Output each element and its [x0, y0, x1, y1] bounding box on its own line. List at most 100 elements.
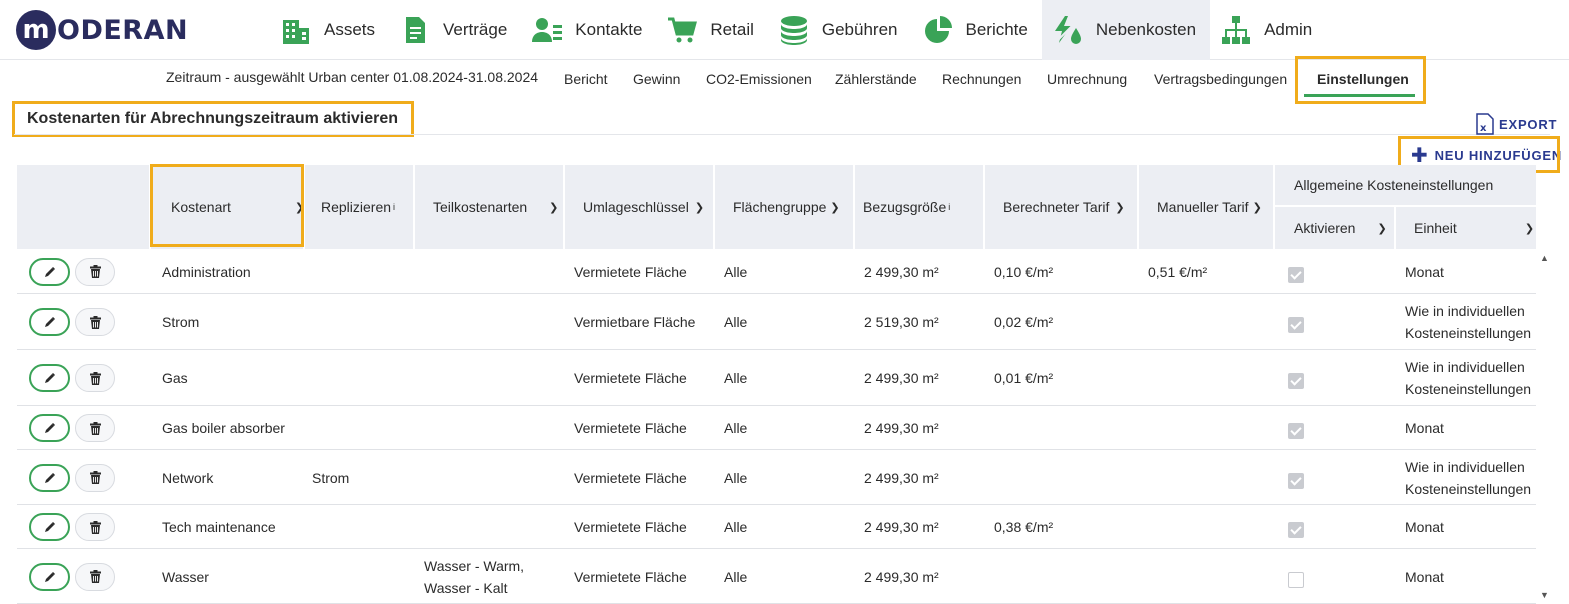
- tab-vertragsbedingungen[interactable]: Vertragsbedingungen: [1154, 71, 1287, 87]
- org-chart-icon: [1222, 16, 1251, 44]
- nav-item-retail[interactable]: Retail: [656, 0, 767, 60]
- tab-gewinn[interactable]: Gewinn: [633, 71, 680, 87]
- nav-item-nebenkosten[interactable]: Nebenkosten: [1041, 0, 1211, 60]
- cell-kostenart: Gas boiler absorber: [162, 420, 285, 436]
- delete-button[interactable]: [75, 364, 115, 392]
- edit-button[interactable]: [29, 513, 70, 541]
- tab-umrechnung[interactable]: Umrechnung: [1047, 71, 1127, 87]
- delete-button[interactable]: [75, 308, 115, 336]
- pie-chart-icon: [924, 16, 952, 43]
- cell-umlageschluessel: Vermietete Fläche: [574, 420, 687, 436]
- header-aktivieren[interactable]: Aktivieren ❯: [1294, 220, 1387, 236]
- edit-button[interactable]: [29, 364, 70, 392]
- column-separator: [1394, 207, 1396, 249]
- pencil-icon: [44, 316, 55, 327]
- edit-button[interactable]: [29, 414, 70, 442]
- nav-item-kontakte[interactable]: Kontakte: [521, 0, 656, 60]
- nav-item-assets[interactable]: Assets: [270, 0, 389, 60]
- edit-button[interactable]: [29, 308, 70, 336]
- tab-bericht[interactable]: Bericht: [564, 71, 608, 87]
- delete-button[interactable]: [75, 463, 115, 492]
- table-row: Gas boiler absorber Vermietete Fläche Alle…: [17, 406, 1536, 450]
- trash-icon: [89, 570, 101, 583]
- cell-einheit: Wie in individuellen Kosteneinstellungen: [1405, 456, 1531, 500]
- sub-navigation: Zeitraum - ausgewählt Urban center 01.08…: [0, 60, 1569, 100]
- tab-zaehlerstaende[interactable]: Zählerstände: [835, 71, 917, 87]
- cell-kostenart: Strom: [162, 314, 200, 330]
- add-new-label: NEU HINZUFÜGEN: [1434, 148, 1563, 163]
- activate-checkbox[interactable]: [1288, 571, 1304, 588]
- scroll-up-arrow[interactable]: ▲: [1540, 253, 1549, 263]
- header-label: Bezugsgröße: [863, 199, 947, 215]
- chevron-down-icon: ❯: [1252, 201, 1262, 214]
- cell-einheit: Monat: [1405, 519, 1444, 535]
- column-separator: [563, 165, 565, 249]
- pencil-icon: [44, 422, 55, 433]
- header-berechneter-tarif[interactable]: Berechneter Tarif ❯: [1003, 199, 1125, 215]
- add-new-button[interactable]: ✚ NEU HINZUFÜGEN: [1411, 146, 1563, 166]
- activate-checkbox[interactable]: [1288, 472, 1304, 489]
- cart-icon: [668, 17, 698, 43]
- header-manueller-tarif[interactable]: Manueller Tarif ❯: [1157, 199, 1262, 215]
- header-umlageschluessel[interactable]: Umlageschlüssel ❯: [583, 199, 704, 215]
- delete-button[interactable]: [75, 414, 115, 442]
- info-icon[interactable]: i: [393, 202, 395, 212]
- tab-rechnungen[interactable]: Rechnungen: [942, 71, 1021, 87]
- cell-bezugsgroesse: 2 499,30 m²: [864, 370, 939, 386]
- cell-kostenart: Network: [162, 469, 214, 486]
- header-label: Umlageschlüssel: [583, 199, 689, 215]
- nav-label: Kontakte: [575, 20, 643, 39]
- cell-einheit-line-1: Wie in individuellen: [1405, 303, 1525, 319]
- header-label: Aktivieren: [1294, 220, 1356, 236]
- info-icon[interactable]: i: [948, 202, 950, 212]
- edit-button[interactable]: [29, 257, 70, 286]
- activate-checkbox[interactable]: [1288, 522, 1304, 538]
- activate-checkbox[interactable]: [1288, 373, 1304, 389]
- nav-item-berichte[interactable]: Berichte: [912, 0, 1042, 60]
- logo-mark: m: [16, 10, 56, 50]
- tab-einstellungen[interactable]: Einstellungen: [1317, 71, 1409, 87]
- cell-berechneter-tarif: 0,38 €/m²: [994, 519, 1054, 535]
- cell-replizieren: Strom: [312, 469, 350, 486]
- excel-file-icon: x: [1476, 113, 1494, 135]
- header-einheit[interactable]: Einheit ❯: [1414, 220, 1534, 236]
- activate-checkbox[interactable]: [1288, 266, 1304, 283]
- nav-item-admin[interactable]: Admin: [1210, 0, 1326, 60]
- cell-einheit: Wie in individuellen Kosteneinstellungen: [1405, 356, 1531, 400]
- scroll-down-arrow[interactable]: ▼: [1540, 590, 1549, 600]
- period-selector[interactable]: Zeitraum - ausgewählt Urban center 01.08…: [166, 69, 538, 85]
- nav-item-gebuehren[interactable]: Gebühren: [768, 0, 912, 60]
- cell-umlageschluessel: Vermietete Fläche: [574, 519, 687, 535]
- chevron-down-icon: ❯: [294, 201, 305, 214]
- cell-berechneter-tarif: 0,02 €/m²: [994, 314, 1054, 330]
- building-icon: [283, 20, 309, 44]
- delete-button[interactable]: [75, 257, 115, 286]
- trash-icon: [89, 520, 101, 534]
- activate-checkbox[interactable]: [1288, 317, 1304, 333]
- column-separator: [853, 165, 855, 249]
- edit-button[interactable]: [29, 562, 70, 591]
- nav-label: Admin: [1264, 20, 1313, 39]
- cell-flaechengruppe: Alle: [724, 519, 748, 535]
- export-button[interactable]: x EXPORT: [1476, 113, 1557, 135]
- section-title: Kostenarten für Abrechnungszeitraum akti…: [27, 110, 399, 127]
- pencil-icon: [44, 571, 55, 582]
- delete-button[interactable]: [75, 513, 115, 541]
- header-kostenart[interactable]: Kostenart ❯: [171, 199, 304, 215]
- cell-einheit-line-1: Wie in individuellen: [1405, 359, 1525, 375]
- moderan-logo[interactable]: m ODERAN: [16, 10, 188, 50]
- nav-label: Nebenkosten: [1095, 20, 1197, 39]
- nav-item-vertraege[interactable]: Verträge: [389, 0, 521, 60]
- delete-button[interactable]: [75, 562, 115, 591]
- header-teilkostenarten[interactable]: Teilkostenarten ❯: [433, 199, 558, 215]
- column-separator: [149, 165, 151, 249]
- cell-teilkostenarten: Wasser - Warm, Wasser - Kalt: [424, 555, 524, 599]
- edit-button[interactable]: [29, 463, 70, 492]
- cell-teilkostenarten-line-2: Wasser - Kalt: [424, 579, 508, 596]
- cell-bezugsgroesse: 2 499,30 m²: [864, 263, 939, 280]
- tab-co2-emissionen[interactable]: CO2-Emissionen: [706, 71, 812, 87]
- cell-kostenart: Wasser: [162, 568, 209, 585]
- trash-icon: [89, 265, 101, 278]
- activate-checkbox[interactable]: [1288, 423, 1304, 439]
- header-flaechengruppe[interactable]: Flächengruppe ❯: [733, 199, 840, 215]
